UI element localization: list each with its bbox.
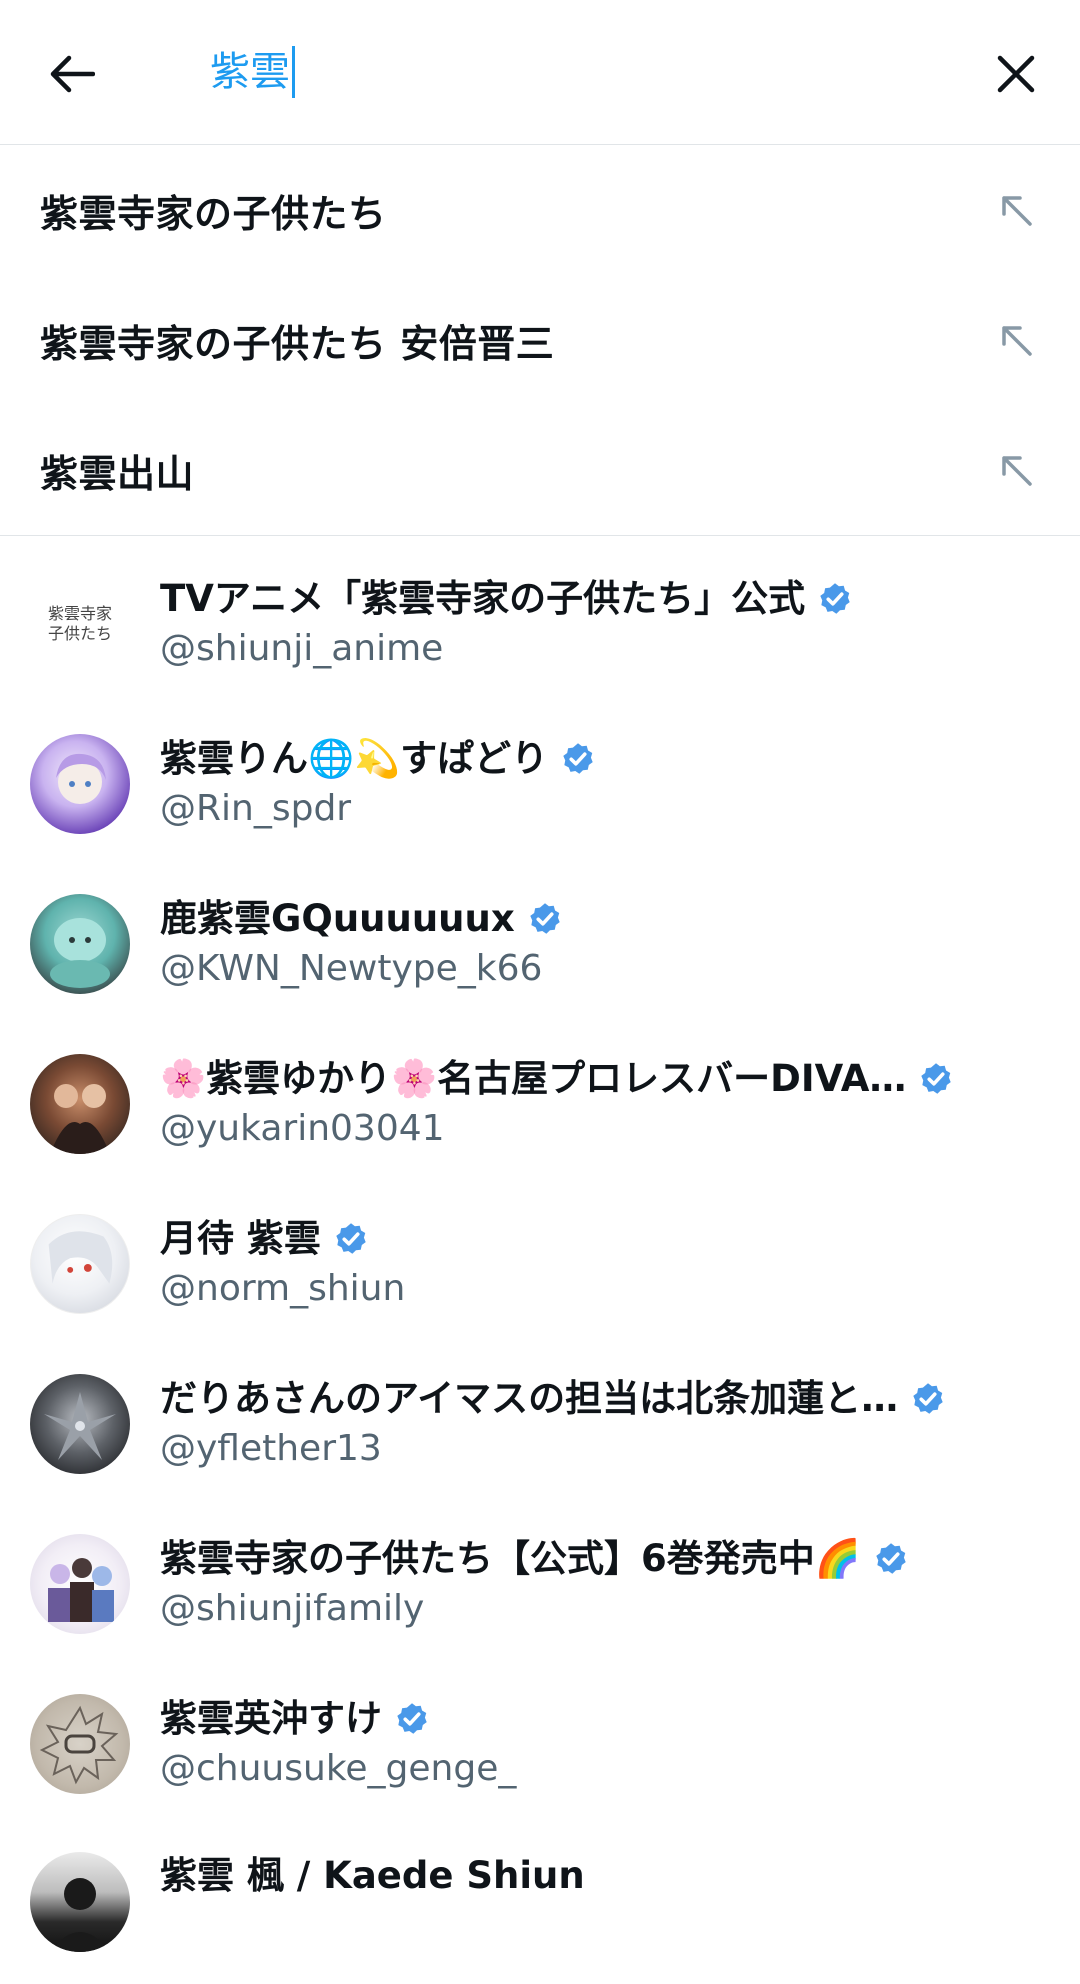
user-name-line: 紫雲 楓 / Kaede Shiun — [160, 1852, 585, 1900]
avatar — [30, 734, 130, 834]
avatar-illustration — [48, 1558, 114, 1622]
user-result-row[interactable]: 紫雲寺家の子供たち【公式】6巻発売中🌈 @shiunjifamily — [0, 1504, 1080, 1664]
suggestion-text: 紫雲出山 — [40, 451, 195, 496]
user-result-row[interactable]: 🌸紫雲ゆかり🌸名古屋プロレスバーDIVA… @yukarin03041 — [0, 1024, 1080, 1184]
avatar-illustration — [50, 918, 110, 988]
verified-badge-icon — [913, 1383, 943, 1414]
user-handle: @norm_shiun — [160, 1268, 406, 1309]
avatar — [30, 1852, 130, 1952]
avatar-illustration — [48, 1231, 113, 1284]
user-result-row[interactable]: 月待 紫雲 @norm_shiun — [0, 1184, 1080, 1344]
suggestion-text: 紫雲寺家の子供たち 安倍晋三 — [40, 321, 555, 366]
avatar — [30, 894, 130, 994]
suggestion-item[interactable]: 紫雲出山 — [0, 405, 1080, 535]
user-display-name: 紫雲英沖すけ — [160, 1697, 382, 1740]
user-display-name: 紫雲りん🌐💫すぱどり — [160, 737, 549, 780]
user-display-name: 月待 紫雲 — [160, 1217, 321, 1260]
avatar-logo-text: 紫雲寺家 子供たち — [47, 604, 112, 643]
avatar-illustration — [56, 753, 106, 804]
avatar-illustration — [44, 1392, 116, 1460]
clear-search-button[interactable] — [980, 38, 1052, 110]
arrow-up-left-icon[interactable] — [996, 450, 1036, 490]
user-info: TVアニメ「紫雲寺家の子供たち」公式 @shiunji_anime — [160, 575, 853, 673]
close-icon — [997, 55, 1035, 93]
suggestion-text: 紫雲寺家の子供たち — [40, 191, 387, 236]
user-result-row[interactable]: 紫雲 楓 / Kaede Shiun — [0, 1824, 1080, 1984]
verified-badge-icon — [921, 1063, 952, 1094]
verified-badge-icon — [820, 583, 850, 614]
avatar-illustration — [39, 1705, 119, 1785]
back-button[interactable] — [40, 42, 104, 106]
user-handle: @shiunjifamily — [160, 1588, 425, 1629]
verified-badge-icon — [397, 1703, 427, 1734]
avatar-illustration — [50, 1878, 110, 1952]
user-name-line: 紫雲りん🌐💫すぱどり — [160, 735, 596, 783]
search-suggestions: 紫雲寺家の子供たち 紫雲寺家の子供たち 安倍晋三 紫雲出山 — [0, 145, 1080, 536]
user-result-row[interactable]: 紫雲りん🌐💫すぱどり @Rin_spdr — [0, 704, 1080, 864]
user-info: 紫雲 楓 / Kaede Shiun — [160, 1852, 585, 1900]
user-name-line: 🌸紫雲ゆかり🌸名古屋プロレスバーDIVA… — [160, 1055, 954, 1103]
user-info: 紫雲寺家の子供たち【公式】6巻発売中🌈 @shiunjifamily — [160, 1535, 909, 1633]
arrow-left-icon — [50, 55, 95, 93]
verified-badge-icon — [563, 743, 593, 774]
user-result-row[interactable]: 紫雲寺家 子供たち TVアニメ「紫雲寺家の子供たち」公式 @shiunji_ani… — [0, 544, 1080, 704]
user-info: 紫雲英沖すけ @chuusuke_genge_ — [160, 1695, 516, 1793]
user-display-name: だりあさんのアイマスの担当は北条加蓮と… — [160, 1377, 899, 1420]
user-name-line: TVアニメ「紫雲寺家の子供たち」公式 — [160, 575, 853, 623]
user-info: 🌸紫雲ゆかり🌸名古屋プロレスバーDIVA… @yukarin03041 — [160, 1055, 954, 1153]
avatar: 紫雲寺家 子供たち — [30, 574, 130, 674]
avatar — [30, 1534, 130, 1634]
user-display-name: 🌸紫雲ゆかり🌸名古屋プロレスバーDIVA… — [160, 1057, 907, 1100]
user-name-line: 紫雲寺家の子供たち【公式】6巻発売中🌈 — [160, 1535, 909, 1583]
user-handle: @yflether13 — [160, 1428, 382, 1469]
user-handle: @chuusuke_genge_ — [160, 1748, 517, 1789]
user-result-row[interactable]: 紫雲英沖すけ @chuusuke_genge_ — [0, 1664, 1080, 1824]
user-display-name: 紫雲 楓 / Kaede Shiun — [160, 1854, 585, 1897]
user-result-row[interactable]: 鹿紫雲GQuuuuuux @KWN_Newtype_k66 — [0, 864, 1080, 1024]
arrow-up-left-icon[interactable] — [996, 190, 1036, 230]
avatar — [30, 1374, 130, 1474]
user-info: 鹿紫雲GQuuuuuux @KWN_Newtype_k66 — [160, 895, 563, 993]
text-caret — [292, 46, 295, 98]
search-header: 紫雲 — [0, 0, 1080, 145]
user-handle: @Rin_spdr — [160, 788, 352, 829]
verified-badge-icon — [336, 1223, 366, 1254]
user-name-line: 月待 紫雲 — [160, 1215, 405, 1263]
user-handle: @shiunji_anime — [160, 628, 444, 669]
user-name-line: 鹿紫雲GQuuuuuux — [160, 895, 563, 943]
avatar — [30, 1694, 130, 1794]
search-input[interactable]: 紫雲 — [210, 40, 940, 104]
user-info: 紫雲りん🌐💫すぱどり @Rin_spdr — [160, 735, 596, 833]
suggestion-item[interactable]: 紫雲寺家の子供たち — [0, 145, 1080, 275]
user-name-line: 紫雲英沖すけ — [160, 1695, 516, 1743]
user-display-name: 紫雲寺家の子供たち【公式】6巻発売中🌈 — [160, 1537, 861, 1580]
arrow-up-left-icon[interactable] — [996, 320, 1036, 360]
user-display-name: TVアニメ「紫雲寺家の子供たち」公式 — [160, 577, 806, 620]
user-result-row[interactable]: だりあさんのアイマスの担当は北条加蓮と… @yflether13 — [0, 1344, 1080, 1504]
user-display-name: 鹿紫雲GQuuuuuux — [160, 897, 515, 940]
verified-badge-icon — [530, 903, 560, 934]
avatar — [30, 1054, 130, 1154]
user-info: 月待 紫雲 @norm_shiun — [160, 1215, 405, 1313]
user-handle: @yukarin03041 — [160, 1108, 445, 1149]
avatar-illustration — [50, 1084, 110, 1154]
user-results: 紫雲寺家 子供たち TVアニメ「紫雲寺家の子供たち」公式 @shiunji_ani… — [0, 536, 1080, 1984]
suggestion-item[interactable]: 紫雲寺家の子供たち 安倍晋三 — [0, 275, 1080, 405]
user-handle: @KWN_Newtype_k66 — [160, 948, 543, 989]
user-info: だりあさんのアイマスの担当は北条加蓮と… @yflether13 — [160, 1375, 946, 1473]
avatar — [30, 1214, 130, 1314]
user-name-line: だりあさんのアイマスの担当は北条加蓮と… — [160, 1375, 946, 1423]
verified-badge-icon — [876, 1543, 906, 1574]
search-query: 紫雲 — [210, 49, 290, 95]
